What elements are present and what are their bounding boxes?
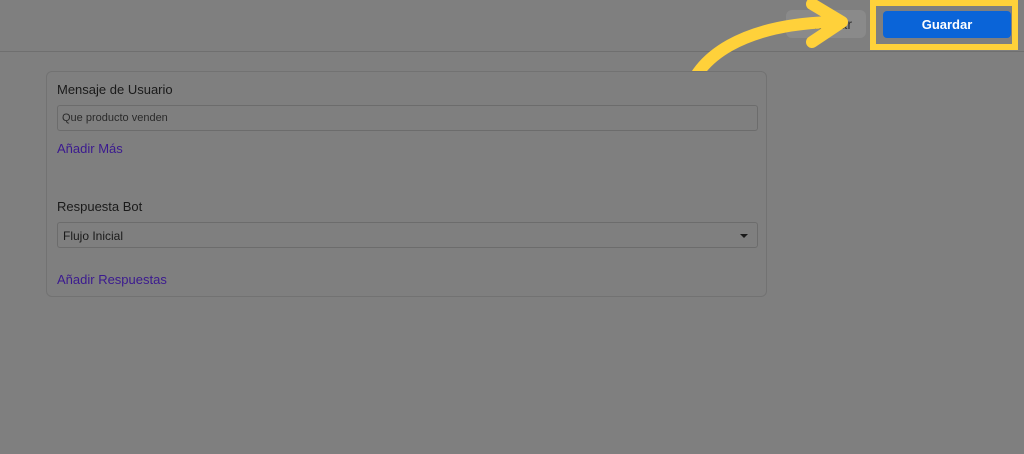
bot-response-label: Respuesta Bot xyxy=(57,199,143,214)
save-button[interactable]: Guardar xyxy=(883,11,1011,38)
add-more-link[interactable]: Añadir Más xyxy=(57,141,123,156)
bot-response-selected-value: Flujo Inicial xyxy=(63,229,124,243)
top-toolbar: Cancelar Guardar xyxy=(0,0,1024,52)
caret-down-icon xyxy=(740,234,748,238)
bot-response-select[interactable]: Flujo Inicial xyxy=(57,222,758,248)
user-message-input[interactable] xyxy=(57,105,758,131)
add-responses-link[interactable]: Añadir Respuestas xyxy=(57,272,167,287)
intent-card: Mensaje de Usuario Añadir Más Respuesta … xyxy=(46,71,767,297)
user-message-label: Mensaje de Usuario xyxy=(57,82,173,97)
